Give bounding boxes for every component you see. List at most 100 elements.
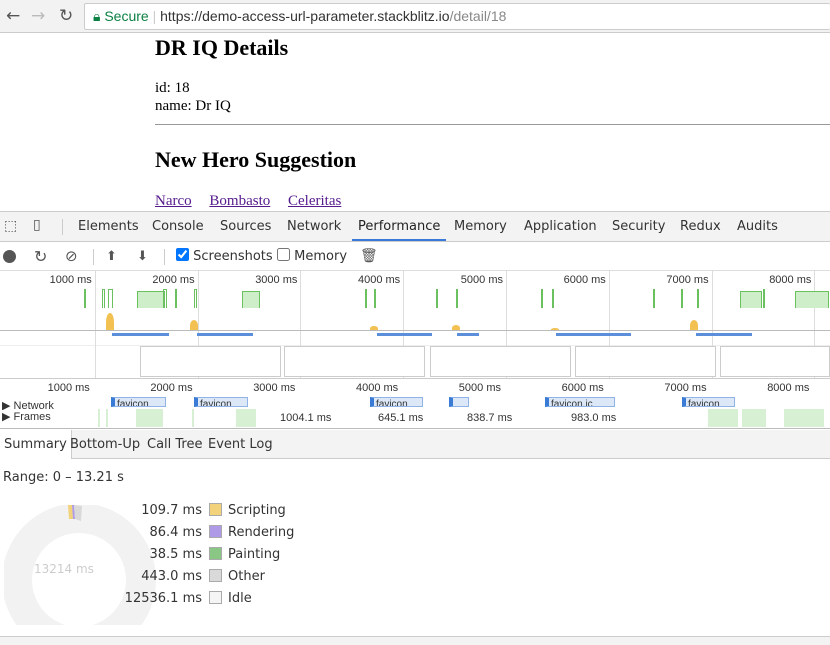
legend-item-idle: 12536.1 ms Idle <box>100 589 320 609</box>
range-label: Range: 0 – 13.21 s <box>3 470 124 485</box>
legend-value: 12536.1 ms <box>124 591 202 606</box>
network-request <box>449 397 469 407</box>
fps-bar <box>763 289 765 308</box>
address-bar[interactable]: 🔒︎ Secure | https://demo-access-url-para… <box>84 3 830 30</box>
suggestion-link[interactable]: Celeritas <box>288 193 341 209</box>
tab-performance[interactable]: Performance <box>352 212 447 241</box>
screenshots-label: Screenshots <box>193 249 273 264</box>
fps-bar <box>175 289 177 308</box>
record-button[interactable] <box>3 250 16 263</box>
tab-audits[interactable]: Audits <box>731 212 784 241</box>
ruler-tick: 8000 ms <box>767 382 810 394</box>
hero-name: name: Dr IQ <box>155 98 231 114</box>
network-overview-bar <box>457 333 479 336</box>
network-request: favicon <box>682 397 735 407</box>
summary-tab-call-tree[interactable]: Call Tree <box>143 430 207 459</box>
cpu-baseline <box>0 330 830 331</box>
summary-tab-bottom-up[interactable]: Bottom-Up <box>66 430 144 459</box>
screenshot-thumbnail <box>430 346 571 377</box>
forward-icon[interactable]: → <box>31 6 45 26</box>
frame-block <box>136 409 163 427</box>
fps-bar <box>365 289 367 308</box>
overview-tick: 8000 ms <box>769 274 812 286</box>
fps-bar <box>697 289 699 308</box>
ruler-tick: 3000 ms <box>253 382 296 394</box>
tab-security[interactable]: Security <box>606 212 671 241</box>
summary-tab-event-log[interactable]: Event Log <box>204 430 277 459</box>
pie-total: 13214 ms <box>34 562 94 576</box>
page-content: DR IQ Details id: 18 name: Dr IQ New Her… <box>0 33 830 211</box>
ruler-tick: 4000 ms <box>355 382 399 394</box>
suggestion-link[interactable]: Bombasto <box>209 193 270 209</box>
network-overview-bar <box>197 333 253 336</box>
secure-label: Secure <box>104 8 149 24</box>
fps-bar <box>163 289 167 308</box>
fps-bar <box>102 289 105 308</box>
suggestion-links: Narco Bombasto Celeritas <box>155 193 355 210</box>
screenshots-checkbox[interactable]: Screenshots <box>176 242 273 271</box>
ruler-tick: 7000 ms <box>664 382 707 394</box>
overview-tick: 4000 ms <box>357 274 401 286</box>
tab-sources[interactable]: Sources <box>214 212 277 241</box>
fps-bar <box>653 289 655 308</box>
tab-application[interactable]: Application <box>518 212 603 241</box>
inspect-element-icon[interactable]: ⬚ <box>4 218 17 234</box>
trash-icon[interactable]: 🗑︎ <box>360 242 378 271</box>
frames-label: Frames <box>13 411 51 423</box>
frame-block <box>192 409 194 427</box>
screenshot-thumbnail <box>140 346 281 377</box>
network-overview-bar <box>556 333 631 336</box>
fps-bar <box>436 289 438 308</box>
cpu-scripting-peak <box>106 313 114 331</box>
frames-track-toggle[interactable]: ▶ Frames <box>2 410 51 423</box>
legend-label: Scripting <box>228 503 286 518</box>
ruler-tick: 1000 ms <box>47 382 90 394</box>
legend-label: Painting <box>228 547 281 562</box>
network-request: favicon <box>111 397 166 407</box>
legend-item-scripting: 109.7 ms Scripting <box>100 501 320 521</box>
ruler-tick: 6000 ms <box>561 382 604 394</box>
overview-tick: 1000 ms <box>49 274 92 286</box>
load-profile-icon[interactable]: ⬆ <box>106 242 117 271</box>
frame-block <box>98 409 100 427</box>
suggestion-link[interactable]: Narco <box>155 193 192 209</box>
legend-value: 443.0 ms <box>141 569 202 584</box>
legend-item-painting: 38.5 ms Painting <box>100 545 320 565</box>
reload-icon[interactable]: ↻ <box>59 6 73 26</box>
tab-redux[interactable]: Redux <box>674 212 727 241</box>
back-icon[interactable]: ← <box>6 6 20 26</box>
frame-block <box>742 409 766 427</box>
legend-item-rendering: 86.4 ms Rendering <box>100 523 320 543</box>
save-profile-icon[interactable]: ⬇ <box>137 242 148 271</box>
fps-bar <box>374 289 376 308</box>
device-toolbar-icon[interactable]: ▯ <box>33 217 41 233</box>
frame-duration: 838.7 ms <box>467 412 513 424</box>
summary-tab-summary[interactable]: Summary <box>0 430 72 459</box>
tab-network[interactable]: Network <box>281 212 347 241</box>
legend-label: Other <box>228 569 265 584</box>
overview-tick: 3000 ms <box>255 274 298 286</box>
reload-record-button[interactable]: ↻ <box>34 242 47 271</box>
frame-block <box>106 409 108 427</box>
tab-memory[interactable]: Memory <box>448 212 513 241</box>
fps-bar <box>740 291 762 308</box>
tab-elements[interactable]: Elements <box>72 212 145 241</box>
overview-tick: 7000 ms <box>666 274 709 286</box>
screenshot-thumbnail <box>284 346 425 377</box>
tab-console[interactable]: Console <box>146 212 210 241</box>
overview-tick: 6000 ms <box>563 274 606 286</box>
frame-duration: 983.0 ms <box>571 412 617 424</box>
frame-block <box>236 409 256 427</box>
fps-bar <box>681 289 683 308</box>
legend-swatch <box>209 503 222 516</box>
memory-checkbox[interactable]: Memory <box>277 242 347 271</box>
ruler-tick: 5000 ms <box>458 382 501 394</box>
fps-bar <box>552 289 554 308</box>
url-path: /detail/18 <box>449 8 507 24</box>
screenshot-thumbnail <box>575 346 716 377</box>
network-overview-bar <box>377 333 432 336</box>
frame-block <box>784 409 824 427</box>
clear-button[interactable]: ⊘ <box>65 242 78 271</box>
fps-bar <box>108 289 113 308</box>
timeline-overview[interactable]: ▶ Network ▶ Frames 1000 ms 1000 ms 2000 ms… <box>0 271 830 429</box>
